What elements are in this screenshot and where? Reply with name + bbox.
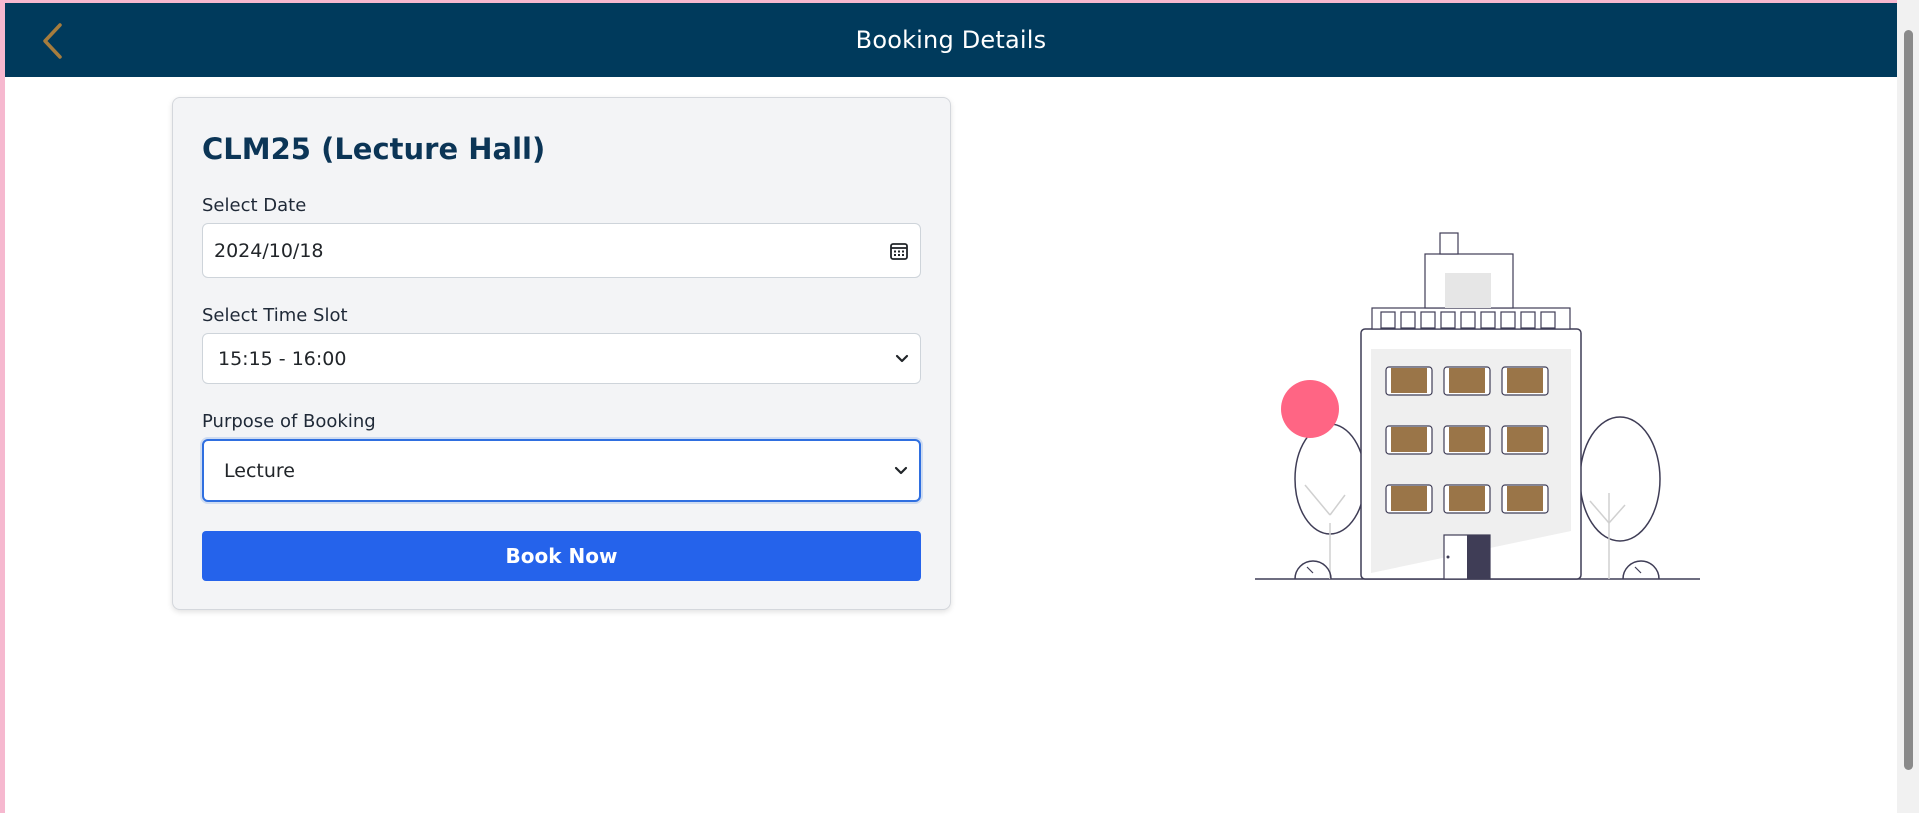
room-title: CLM25 (Lecture Hall) xyxy=(202,132,546,166)
building-illustration xyxy=(1255,232,1700,580)
booking-form-card: CLM25 (Lecture Hall) Select Date 2024/10… xyxy=(172,97,951,610)
time-slot-label: Select Time Slot xyxy=(202,305,348,326)
scroll-thumb[interactable] xyxy=(1904,30,1913,770)
book-now-button[interactable]: Book Now xyxy=(202,531,921,581)
back-button[interactable] xyxy=(35,21,71,61)
chevron-left-icon xyxy=(43,23,62,59)
date-label: Select Date xyxy=(202,195,307,216)
calendar-icon[interactable] xyxy=(889,241,909,261)
purpose-select[interactable]: Lecture xyxy=(202,439,921,502)
app-viewport: Booking Details CLM25 (Lecture Hall) Sel… xyxy=(5,3,1897,813)
date-value: 2024/10/18 xyxy=(214,239,324,262)
time-slot-select[interactable]: 15:15 - 16:00 xyxy=(202,333,921,384)
chevron-down-icon xyxy=(895,354,909,362)
app-header: Booking Details xyxy=(5,3,1897,77)
page-title: Booking Details xyxy=(855,26,1047,54)
time-slot-value: 15:15 - 16:00 xyxy=(218,347,347,370)
purpose-label: Purpose of Booking xyxy=(202,411,376,432)
page-scrollbar[interactable] xyxy=(1897,0,1919,813)
date-field[interactable]: 2024/10/18 xyxy=(202,223,921,278)
purpose-value: Lecture xyxy=(224,459,295,482)
chevron-down-icon xyxy=(894,466,908,474)
